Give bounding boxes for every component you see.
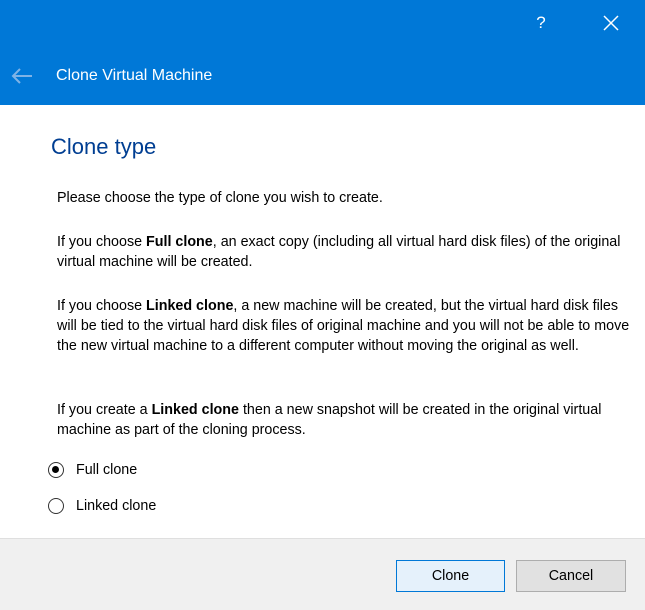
wizard-page: Clone type Please choose the type of clo… (0, 105, 645, 538)
button-bar: Clone Cancel (0, 538, 645, 610)
cancel-button[interactable]: Cancel (516, 560, 626, 592)
intro-text: Please choose the type of clone you wish… (57, 190, 383, 206)
back-button[interactable] (10, 64, 36, 88)
linked-clone-term: Linked clone (146, 298, 234, 314)
window-title: Clone Virtual Machine (56, 67, 213, 84)
close-icon (603, 15, 619, 31)
linked-clone-radio[interactable] (48, 498, 64, 514)
help-button[interactable]: ? (526, 8, 556, 38)
snapshot-note-term: Linked clone (151, 402, 239, 418)
dialog-header: ? Clone Virtual Machine (0, 0, 645, 105)
full-clone-description: If you choose Full clone, an exact copy … (57, 232, 632, 272)
linked-clone-description-prefix: If you choose (57, 298, 147, 314)
snapshot-note-prefix: If you create a (57, 402, 152, 418)
linked-clone-description: If you choose Linked clone, a new machin… (57, 296, 632, 356)
linked-clone-option[interactable]: Linked clone (48, 495, 156, 517)
full-clone-radio[interactable] (48, 462, 64, 478)
full-clone-term: Full clone (146, 234, 213, 250)
close-button[interactable] (596, 8, 626, 38)
back-arrow-icon (11, 68, 32, 84)
snapshot-note: If you create a Linked clone then a new … (57, 400, 632, 440)
linked-clone-label: Linked clone (76, 498, 157, 514)
full-clone-option[interactable]: Full clone (48, 459, 137, 481)
page-title: Clone type (51, 134, 157, 159)
full-clone-description-prefix: If you choose (57, 234, 147, 250)
full-clone-label: Full clone (76, 462, 138, 478)
clone-button[interactable]: Clone (396, 560, 505, 592)
